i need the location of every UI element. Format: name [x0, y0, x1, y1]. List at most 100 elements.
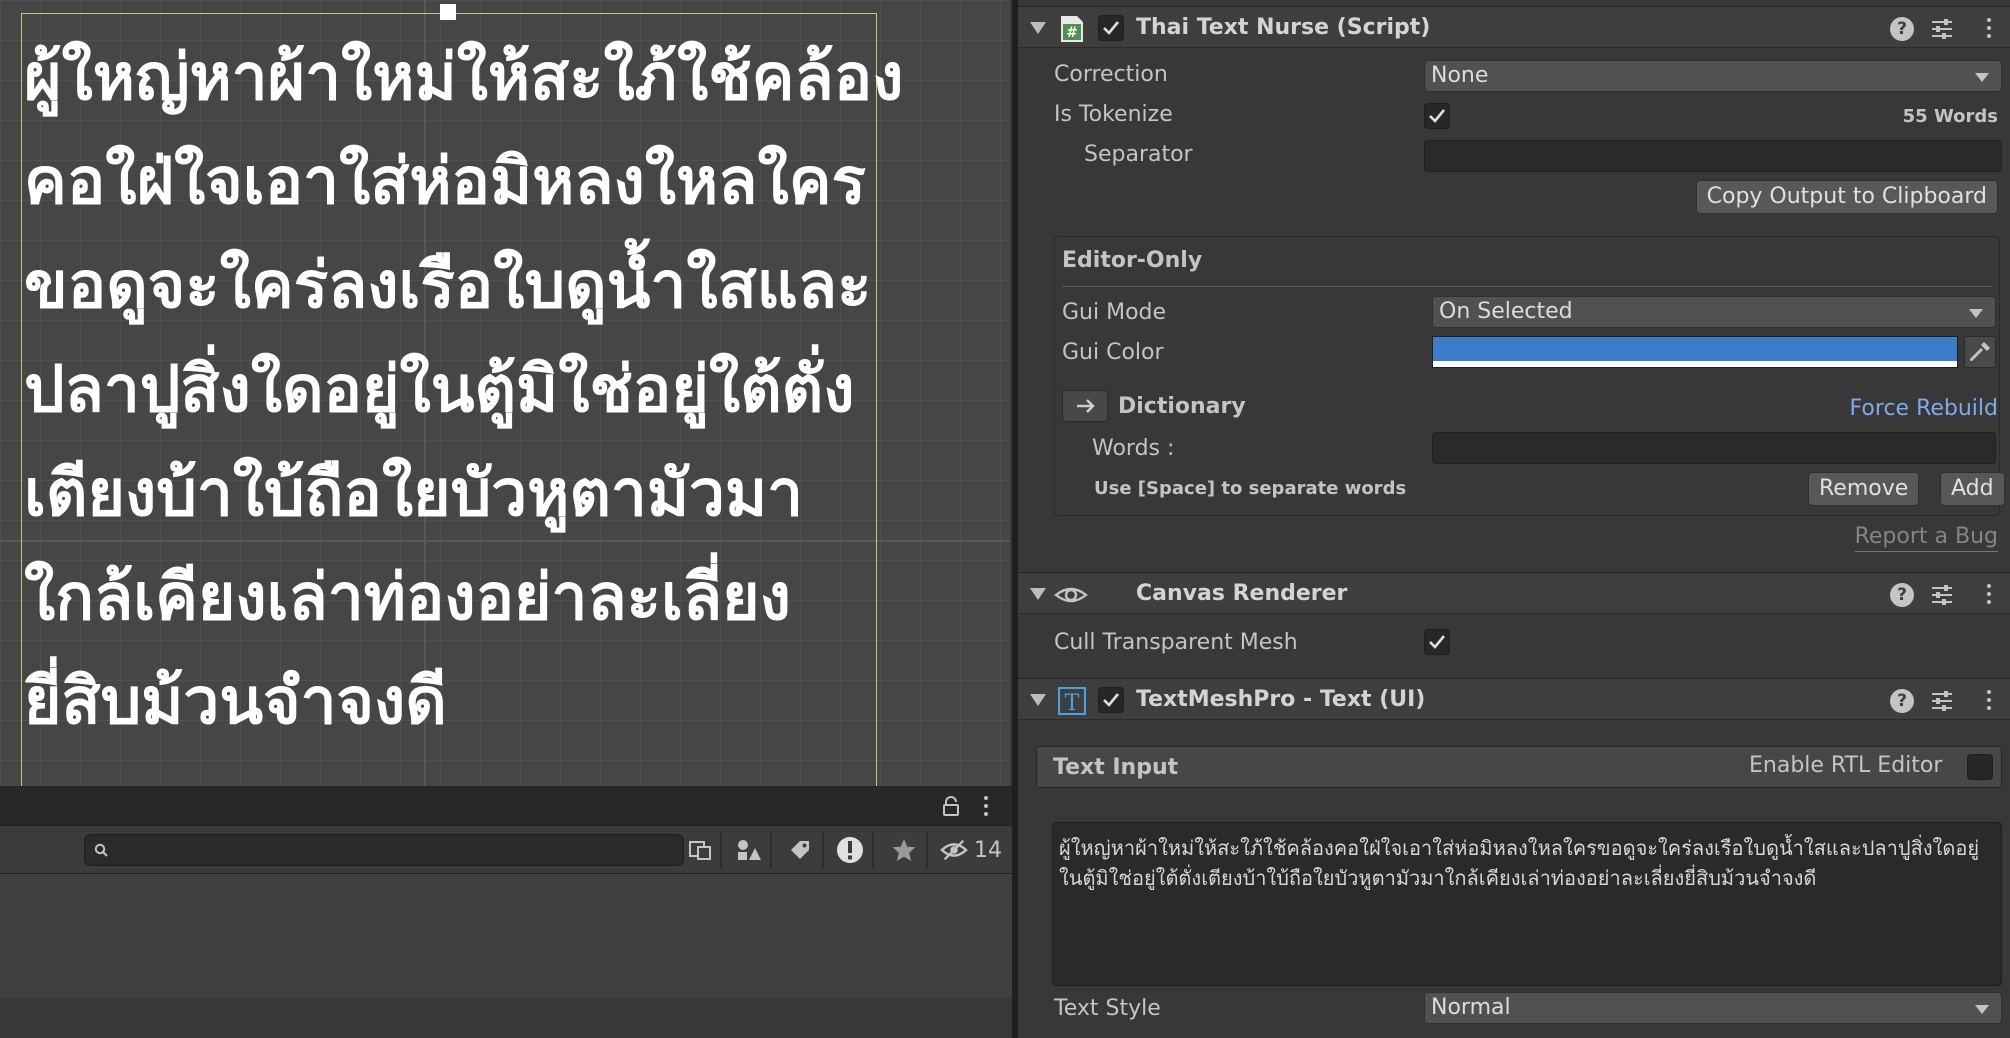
- is-tokenize-label: Is Tokenize: [1054, 102, 1173, 127]
- correction-dropdown[interactable]: None: [1424, 60, 2002, 92]
- checkmark-icon: [1103, 693, 1120, 707]
- cull-transparent-label: Cull Transparent Mesh: [1054, 630, 1298, 655]
- inspector: # Thai Text Nurse (Script) ? Correction …: [1018, 0, 2010, 1038]
- help-icon[interactable]: ?: [1890, 689, 1914, 713]
- gui-mode-label: Gui Mode: [1062, 300, 1167, 325]
- preview-line: ผู้ใหญ่หาผ้าใหม่ให้สะใภ้ใช้คล้อง: [24, 41, 904, 115]
- text-style-dropdown[interactable]: Normal: [1424, 992, 2002, 1024]
- editor-only-title: Editor-Only: [1062, 248, 1203, 273]
- hidden-count: 14: [974, 838, 1002, 863]
- pane-tab-bar: [0, 786, 1012, 826]
- help-icon[interactable]: ?: [1890, 17, 1914, 41]
- text-input-area[interactable]: ผู้ใหญ่หาผ้าใหม่ให้สะใภ้ใช้คล้องคอใฝ่ใจเ…: [1052, 822, 2002, 986]
- component-header-canvas-renderer[interactable]: Canvas Renderer ?: [1018, 572, 2010, 614]
- project-toolbar: 14: [0, 826, 1012, 874]
- foldout-arrow-icon[interactable]: [1030, 588, 1046, 600]
- arrow-right-icon: [1077, 399, 1095, 413]
- component-menu-icon[interactable]: [1986, 584, 1992, 606]
- gui-mode-value: On Selected: [1439, 299, 1573, 324]
- favorite-star-icon[interactable]: [890, 836, 918, 864]
- preview-line: เตียงบ้าใบ้ถือใยบัวหูตามัวมา: [24, 457, 804, 531]
- foldout-arrow-icon[interactable]: [1030, 22, 1046, 34]
- dictionary-toggle-button[interactable]: [1062, 390, 1108, 422]
- rect-transform-handle[interactable]: [440, 4, 456, 20]
- color-swatch: [1433, 337, 1957, 361]
- dictionary-hint: Use [Space] to separate words: [1094, 478, 1407, 499]
- toolbar-separator: [720, 832, 722, 868]
- enable-rtl-checkbox[interactable]: [1967, 754, 1993, 780]
- search-field[interactable]: [84, 834, 684, 866]
- words-field[interactable]: [1432, 432, 1996, 464]
- separator-input[interactable]: [1425, 141, 2001, 171]
- force-rebuild-link[interactable]: Force Rebuild: [1850, 396, 1998, 421]
- project-list[interactable]: [0, 874, 1012, 998]
- console-warning-icon[interactable]: [836, 836, 864, 864]
- chevron-down-icon: [1969, 309, 1983, 318]
- component-header-icons: ?: [1890, 17, 2010, 41]
- text-input-header: Text Input Enable RTL Editor: [1036, 746, 2002, 788]
- project-pane: 14: [0, 786, 1012, 1038]
- checkmark-icon: [1429, 635, 1446, 649]
- component-title: TextMeshPro - Text (UI): [1136, 687, 1426, 712]
- filter-by-type-icon[interactable]: [734, 836, 762, 864]
- remove-word-button[interactable]: Remove: [1808, 472, 1920, 506]
- report-bug-link[interactable]: Report a Bug: [1854, 524, 1998, 552]
- is-tokenize-checkbox[interactable]: [1424, 103, 1450, 129]
- presets-icon[interactable]: [1930, 584, 1954, 606]
- cull-transparent-checkbox[interactable]: [1424, 629, 1450, 655]
- svg-text:#: #: [1066, 25, 1078, 41]
- gui-mode-dropdown[interactable]: On Selected: [1432, 296, 1996, 328]
- text-t-icon: T: [1058, 687, 1086, 715]
- copy-output-button[interactable]: Copy Output to Clipboard: [1695, 180, 1998, 214]
- text-input-textarea[interactable]: ผู้ใหญ่หาผ้าใหม่ให้สะใภ้ใช้คล้องคอใฝ่ใจเ…: [1053, 823, 2001, 985]
- eyedropper-button[interactable]: [1964, 336, 1996, 368]
- hidden-packages-icon[interactable]: [940, 836, 968, 864]
- preview-line: ขอดูจะใคร่ลงเรือใบดูน้ำใสและ: [24, 249, 872, 323]
- preview-line: ใกล้เคียงเล่าท่องอย่าละเลี่ยง: [24, 561, 791, 635]
- presets-icon[interactable]: [1930, 18, 1954, 40]
- toolbar-separator: [872, 832, 874, 868]
- help-icon[interactable]: ?: [1890, 583, 1914, 607]
- text-input-label: Text Input: [1053, 755, 1179, 780]
- search-input[interactable]: [115, 835, 675, 865]
- gui-color-field[interactable]: [1432, 336, 1958, 368]
- component-header-icons: ?: [1890, 583, 2010, 607]
- enable-rtl-label: Enable RTL Editor: [1749, 753, 1943, 778]
- text-style-label: Text Style: [1054, 996, 1161, 1021]
- eyedropper-icon: [1970, 342, 1990, 361]
- text-style-value: Normal: [1431, 995, 1511, 1020]
- lock-icon[interactable]: [942, 796, 960, 816]
- words-input[interactable]: [1433, 433, 1995, 463]
- separator-label: Separator: [1084, 142, 1193, 167]
- alpha-bar: [1433, 361, 1957, 367]
- enabled-checkbox[interactable]: [1098, 15, 1124, 41]
- word-count: 55 Words: [1902, 106, 1998, 127]
- chevron-down-icon: [1975, 1005, 1989, 1014]
- component-header-thai-text-nurse[interactable]: # Thai Text Nurse (Script) ?: [1018, 6, 2010, 48]
- add-word-button[interactable]: Add: [1940, 472, 2005, 506]
- preview-line: ยี่สิบม้วนจำจงดี: [24, 665, 447, 739]
- scene-view[interactable]: ผู้ใหญ่หาผ้าใหม่ให้สะใภ้ใช้คล้อง คอใฝ่ใจ…: [0, 0, 1010, 786]
- search-scope-icon[interactable]: [686, 836, 714, 864]
- component-header-textmeshpro[interactable]: T TextMeshPro - Text (UI) ?: [1018, 678, 2010, 720]
- enabled-checkbox[interactable]: [1098, 687, 1124, 713]
- foldout-arrow-icon[interactable]: [1030, 694, 1046, 706]
- component-title: Canvas Renderer: [1136, 581, 1348, 606]
- component-title: Thai Text Nurse (Script): [1136, 15, 1431, 40]
- script-icon: #: [1061, 16, 1083, 42]
- thai-text-preview: ผู้ใหญ่หาผ้าใหม่ให้สะใภ้ใช้คล้อง คอใฝ่ใจ…: [24, 20, 904, 748]
- separator-field[interactable]: [1424, 140, 2002, 172]
- checkmark-icon: [1429, 109, 1446, 123]
- preview-line: คอใฝ่ใจเอาใส่ห่อมิหลงใหลใคร: [24, 145, 866, 219]
- toolbar-separator: [926, 832, 928, 868]
- eye-icon: [1054, 587, 1088, 603]
- divider: [1062, 286, 1992, 287]
- gui-color-label: Gui Color: [1062, 340, 1164, 365]
- filter-by-label-icon[interactable]: [786, 836, 814, 864]
- pane-menu-icon[interactable]: [983, 796, 989, 818]
- words-label: Words :: [1092, 436, 1175, 461]
- component-menu-icon[interactable]: [1986, 18, 1992, 40]
- component-menu-icon[interactable]: [1986, 690, 1992, 712]
- presets-icon[interactable]: [1930, 690, 1954, 712]
- correction-value: None: [1431, 63, 1489, 88]
